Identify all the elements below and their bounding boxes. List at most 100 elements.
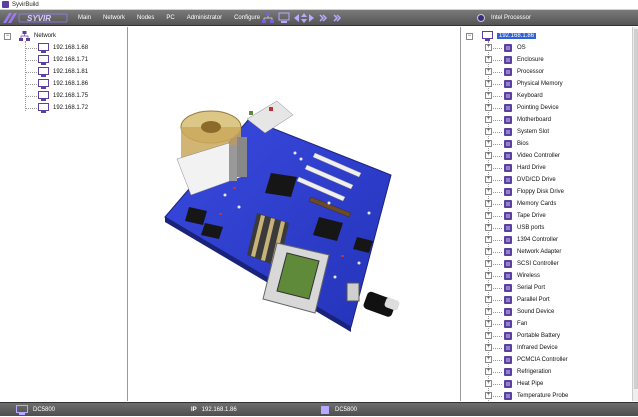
expand-toggle[interactable]: + <box>485 92 492 99</box>
host-node[interactable]: 192.168.1.81 <box>38 67 88 77</box>
expand-toggle[interactable]: + <box>485 188 492 195</box>
host-label: 192.168.1.71 <box>53 57 89 63</box>
hardware-node[interactable]: Processor <box>502 67 544 77</box>
hardware-node[interactable]: Serial Port <box>502 283 545 293</box>
expand-toggle[interactable]: + <box>485 44 492 51</box>
expand-toggle[interactable]: + <box>485 224 492 231</box>
expand-toggle[interactable]: + <box>485 308 492 315</box>
hardware-node[interactable]: Motherboard <box>502 115 551 125</box>
hardware-node[interactable]: Portable Battery <box>502 331 560 341</box>
network-root-node[interactable]: Network <box>19 31 56 41</box>
expand-toggle[interactable]: + <box>485 356 492 363</box>
hardware-node[interactable]: Memory Cards <box>502 199 556 209</box>
hardware-node[interactable]: Bios <box>502 139 529 149</box>
expand-toggle[interactable]: + <box>485 368 492 375</box>
hardware-node[interactable]: Sound Device <box>502 307 554 317</box>
hardware-node[interactable]: Wireless <box>502 271 540 281</box>
expand-toggle[interactable]: + <box>485 104 492 111</box>
menu-nodes[interactable]: Nodes <box>137 15 154 21</box>
forward-icon[interactable] <box>332 12 342 24</box>
hardware-node[interactable]: Fan <box>502 319 527 329</box>
hardware-node[interactable]: Network Adapter <box>502 247 561 257</box>
expand-toggle[interactable]: + <box>485 212 492 219</box>
scrollbar-thumb[interactable] <box>634 29 638 389</box>
expand-toggle[interactable]: + <box>485 200 492 207</box>
network-adapter-icon <box>502 247 513 257</box>
menu-administrator[interactable]: Administrator <box>187 15 222 21</box>
expand-toggle[interactable]: + <box>485 260 492 267</box>
hardware-node[interactable]: OS <box>502 43 526 53</box>
expand-toggle[interactable]: + <box>485 128 492 135</box>
hardware-node[interactable]: Tape Drive <box>502 211 546 221</box>
menu-network[interactable]: Network <box>103 15 125 21</box>
host-node[interactable]: 192.168.1.71 <box>38 55 88 65</box>
hardware-node[interactable]: Heat Pipe <box>502 379 543 389</box>
hardware-node[interactable]: Infrared Device <box>502 343 558 353</box>
refrigeration-icon <box>502 367 513 377</box>
hardware-node[interactable]: DVD/CD Drive <box>502 175 556 185</box>
menu-main[interactable]: Main <box>78 15 91 21</box>
host-node[interactable]: 192.168.1.75 <box>38 91 88 101</box>
hardware-label: Motherboard <box>517 117 552 123</box>
expand-toggle[interactable]: + <box>485 320 492 327</box>
expand-toggle[interactable]: + <box>485 284 492 291</box>
expand-toggle[interactable]: + <box>485 176 492 183</box>
processor-icon <box>502 67 513 77</box>
hardware-node[interactable]: Hard Drive <box>502 163 546 173</box>
host-node[interactable]: 192.168.1.72 <box>38 103 88 113</box>
expand-toggle[interactable]: + <box>485 80 492 87</box>
hardware-tree-scrollbar[interactable] <box>632 27 638 401</box>
hardware-node[interactable]: Parallel Port <box>502 295 550 305</box>
status-left-model: DC5800 <box>33 407 56 413</box>
expand-toggle[interactable]: + <box>485 332 492 339</box>
hardware-node[interactable]: Physical Memory <box>502 79 563 89</box>
refresh-icon[interactable] <box>318 12 328 24</box>
window-title: SyvirBuild <box>12 1 39 8</box>
host-collapse-toggle[interactable]: − <box>466 33 473 40</box>
hardware-node[interactable]: System Slot <box>502 127 549 137</box>
expand-toggle[interactable]: + <box>485 140 492 147</box>
expand-toggle[interactable]: + <box>485 116 492 123</box>
expand-toggle[interactable]: + <box>485 344 492 351</box>
hardware-label: System Slot <box>517 129 550 135</box>
hardware-node[interactable]: Temperature Probe <box>502 391 568 401</box>
menu-configure[interactable]: Configure <box>234 15 260 21</box>
hardware-label: Bios <box>517 141 529 147</box>
host-label: 192.168.1.68 <box>53 45 89 51</box>
expand-toggle[interactable]: + <box>485 392 492 399</box>
hardware-3d-view[interactable] <box>129 27 461 401</box>
expand-toggle[interactable]: + <box>485 248 492 255</box>
hardware-node[interactable]: Enclosure <box>502 55 544 65</box>
navigate-arrows-icon[interactable] <box>294 12 314 24</box>
hardware-node[interactable]: Refrigeration <box>502 367 551 377</box>
expand-toggle[interactable]: + <box>485 380 492 387</box>
host-node[interactable]: 192.168.1.68 <box>38 43 88 53</box>
title-bar: SyvirBuild <box>0 0 638 10</box>
expand-toggle[interactable]: + <box>485 152 492 159</box>
expand-toggle[interactable]: + <box>485 236 492 243</box>
hardware-node[interactable]: Pointing Device <box>502 103 559 113</box>
hardware-node[interactable]: 1394 Controller <box>502 235 558 245</box>
status-left: DC5800 <box>16 403 55 417</box>
menu-pc[interactable]: PC <box>166 15 174 21</box>
host-node[interactable]: 192.168.1.86 <box>38 79 88 89</box>
hardware-node[interactable]: PCMCIA Controller <box>502 355 568 365</box>
hardware-node[interactable]: Floppy Disk Drive <box>502 187 564 197</box>
hardware-node[interactable]: USB ports <box>502 223 544 233</box>
hardware-label: DVD/CD Drive <box>517 177 556 183</box>
network-collapse-toggle[interactable]: − <box>4 33 11 40</box>
hardware-node[interactable]: Keyboard <box>502 91 543 101</box>
expand-toggle[interactable]: + <box>485 272 492 279</box>
hardware-node[interactable]: SCSI Controller <box>502 259 559 269</box>
expand-toggle[interactable]: + <box>485 164 492 171</box>
hardware-node[interactable]: Video Controller <box>502 151 560 161</box>
network-tool-icon[interactable] <box>262 12 274 24</box>
hardware-label: Temperature Probe <box>517 393 569 399</box>
hardware-tree-panel: − 192.168.1.86 + OS + Enclosure + Processor + P… <box>462 27 638 401</box>
expand-toggle[interactable]: + <box>485 68 492 75</box>
expand-toggle[interactable]: + <box>485 56 492 63</box>
host-root-node[interactable]: 192.168.1.86 <box>482 31 537 41</box>
monitor-tool-icon[interactable] <box>278 12 290 24</box>
host-label: 192.168.1.81 <box>53 69 89 75</box>
expand-toggle[interactable]: + <box>485 296 492 303</box>
